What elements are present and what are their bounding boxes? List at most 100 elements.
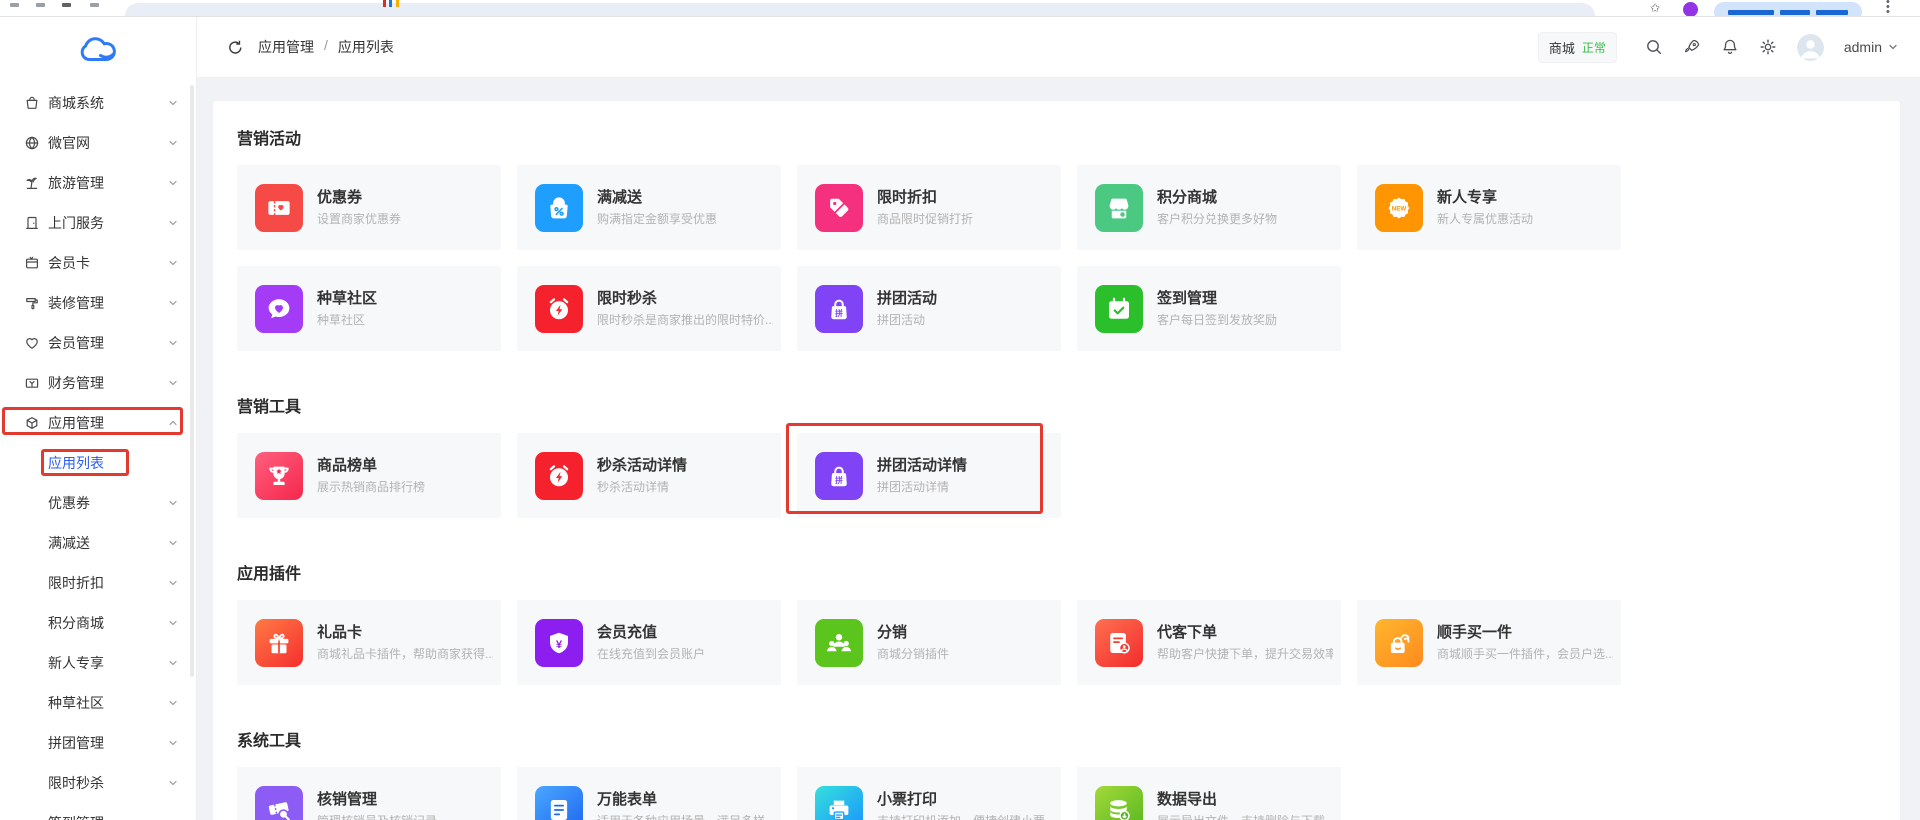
browser-forward-icon[interactable] — [36, 3, 45, 7]
sidebar-subitem[interactable]: 新人专享 — [0, 643, 196, 683]
app-list-panel: 营销活动优惠券设置商家优惠券满减送购满指定金额享受优惠限时折扣商品限时促销打折积… — [213, 101, 1900, 820]
app-card-texts: 商品榜单展示热销商品排行榜 — [317, 458, 425, 493]
sidebar-subitem-label: 种草社区 — [48, 693, 104, 713]
app-card[interactable]: 优惠券设置商家优惠券 — [237, 165, 501, 250]
sidebar-subitem[interactable]: 积分商城 — [0, 603, 196, 643]
app-card[interactable]: 代客下单帮助客户快捷下单，提升交易效率 — [1077, 600, 1341, 685]
sidebar-item-label: 旅游管理 — [48, 173, 104, 193]
svg-text:拼: 拼 — [835, 474, 843, 484]
app-card-title: 满减送 — [597, 190, 717, 205]
app-card[interactable]: 核销管理管理核销员及核销记录 — [237, 767, 501, 820]
app-card-texts: 礼品卡商城礼品卡插件，帮助商家获得... — [317, 625, 493, 660]
finance-icon — [24, 375, 40, 391]
sidebar-subitem[interactable]: 限时折扣 — [0, 563, 196, 603]
sidebar-subitem[interactable]: 限时秒杀 — [0, 763, 196, 803]
chevron-down-icon — [168, 698, 178, 708]
app-card-title: 小票打印 — [877, 792, 1053, 807]
shop-status-badge[interactable]: 商城 正常 — [1538, 32, 1617, 63]
decorate-icon — [24, 295, 40, 311]
browser-address-bar[interactable] — [125, 3, 1595, 17]
app-card[interactable]: 商品榜单展示热销商品排行榜 — [237, 433, 501, 518]
section-title: 系统工具 — [237, 727, 1876, 751]
app-grid: 核销管理管理核销员及核销记录 万能表单适用于各种应用场景，满足多样... 小票打印支… — [237, 767, 1621, 820]
sidebar-item[interactable]: 商城系统 — [0, 83, 196, 123]
app-card[interactable]: 满减送购满指定金额享受优惠 — [517, 165, 781, 250]
gear-icon[interactable] — [1759, 38, 1777, 56]
browser-menu-dots-icon[interactable]: ••• — [1886, 0, 1889, 17]
printer-icon — [815, 786, 863, 820]
browser-back-icon[interactable] — [10, 3, 19, 7]
sidebar-subitem[interactable]: 优惠券 — [0, 483, 196, 523]
app-card-texts: 优惠券设置商家优惠券 — [317, 190, 401, 225]
sidebar-subitem[interactable]: 签到管理 — [0, 803, 196, 820]
chevron-up-icon — [168, 418, 178, 428]
app-card[interactable]: 签到管理客户每日签到发放奖励 — [1077, 266, 1341, 351]
sidebar-item[interactable]: 旅游管理 — [0, 163, 196, 203]
browser-profile-avatar[interactable] — [1683, 2, 1698, 17]
app-card-title: 拼团活动详情 — [877, 458, 967, 473]
app-card[interactable]: NEW新人专享新人专属优惠活动 — [1357, 165, 1621, 250]
app-card[interactable]: 分销商城分销插件 — [797, 600, 1061, 685]
app-card[interactable]: 积分商城客户积分兑换更多好物 — [1077, 165, 1341, 250]
sidebar-item[interactable]: 应用管理 — [0, 403, 196, 443]
app-card[interactable]: 拼拼团活动详情拼团活动详情 — [797, 433, 1061, 518]
app-card-texts: 数据导出展示导出文件，支持删除与下载 — [1157, 792, 1325, 820]
app-grid: 优惠券设置商家优惠券 满减送购满指定金额享受优惠限时折扣商品限时促销打折 积分商城客… — [237, 165, 1621, 351]
sidebar-scrollbar[interactable] — [190, 85, 194, 677]
sidebar-item[interactable]: 上门服务 — [0, 203, 196, 243]
address-text-fragment — [396, 0, 399, 7]
bell-icon[interactable] — [1721, 38, 1739, 56]
user-avatar[interactable] — [1797, 34, 1824, 61]
sidebar-subitem[interactable]: 拼团管理 — [0, 723, 196, 763]
app-card[interactable]: 礼品卡商城礼品卡插件，帮助商家获得... — [237, 600, 501, 685]
sidebar-item[interactable]: 微官网 — [0, 123, 196, 163]
sidebar-item[interactable]: 会员管理 — [0, 323, 196, 363]
browser-update-button[interactable] — [1714, 2, 1862, 17]
breadcrumb: 应用管理 / 应用列表 — [258, 37, 394, 57]
app-card-texts: 核销管理管理核销员及核销记录 — [317, 792, 437, 820]
app-card[interactable]: 顺手买一件商城顺手买一件插件，会员户选... — [1357, 600, 1621, 685]
refresh-icon[interactable] — [227, 39, 244, 56]
app-card-texts: 分销商城分销插件 — [877, 625, 949, 660]
search-icon[interactable] — [1645, 38, 1663, 56]
sidebar-item-label: 装修管理 — [48, 293, 104, 313]
sidebar-subitem[interactable]: 满减送 — [0, 523, 196, 563]
sidebar-subitem-label: 限时秒杀 — [48, 773, 104, 793]
rocket-icon[interactable] — [1683, 38, 1701, 56]
sidebar-subitem[interactable]: 种草社区 — [0, 683, 196, 723]
app-card-texts: 种草社区种草社区 — [317, 291, 377, 326]
app-card-texts: 限时秒杀限时秒杀是商家推出的限时特价... — [597, 291, 773, 326]
app-card-title: 新人专享 — [1437, 190, 1533, 205]
app-card[interactable]: 万能表单适用于各种应用场景，满足多样... — [517, 767, 781, 820]
chevron-down-icon — [168, 338, 178, 348]
tags-icon — [815, 184, 863, 232]
browser-chrome-bar: ✩ ••• — [0, 0, 1920, 17]
site-icon — [24, 135, 40, 151]
app-card[interactable]: 秒杀活动详情秒杀活动详情 — [517, 433, 781, 518]
app-card[interactable]: 拼拼团活动拼团活动 — [797, 266, 1061, 351]
chevron-down-icon — [168, 578, 178, 588]
pin-bag-icon: 拼 — [815, 452, 863, 500]
sidebar-item[interactable]: 财务管理 — [0, 363, 196, 403]
browser-refresh-icon[interactable] — [62, 3, 71, 7]
browser-home-icon[interactable] — [90, 3, 99, 7]
bookmark-star-icon[interactable]: ✩ — [1650, 1, 1660, 15]
svg-text:NEW: NEW — [1392, 205, 1407, 212]
app-card[interactable]: 限时折扣商品限时促销打折 — [797, 165, 1061, 250]
sidebar-subitem[interactable]: 应用列表 — [0, 443, 196, 483]
user-menu[interactable]: admin — [1844, 39, 1898, 55]
app-card[interactable]: 限时秒杀限时秒杀是商家推出的限时特价... — [517, 266, 781, 351]
app-card[interactable]: 数据导出展示导出文件，支持删除与下载 — [1077, 767, 1341, 820]
app-card-texts: 积分商城客户积分兑换更多好物 — [1157, 190, 1277, 225]
sidebar-item[interactable]: 会员卡 — [0, 243, 196, 283]
app-section: 营销活动优惠券设置商家优惠券满减送购满指定金额享受优惠限时折扣商品限时促销打折积… — [237, 125, 1876, 351]
app-card[interactable]: 小票打印支持打印机添加，便捷创建小票... — [797, 767, 1061, 820]
sidebar-item[interactable]: 装修管理 — [0, 283, 196, 323]
app-logo[interactable] — [0, 17, 196, 83]
chevron-down-icon — [168, 258, 178, 268]
app-card[interactable]: 种草社区种草社区 — [237, 266, 501, 351]
sidebar: 商城系统微官网旅游管理上门服务会员卡装修管理会员管理财务管理应用管理应用列表优惠… — [0, 17, 197, 820]
breadcrumb-parent[interactable]: 应用管理 — [258, 37, 314, 57]
app-card[interactable]: ¥会员充值在线充值到会员账户 — [517, 600, 781, 685]
sidebar-item-label: 会员管理 — [48, 333, 104, 353]
